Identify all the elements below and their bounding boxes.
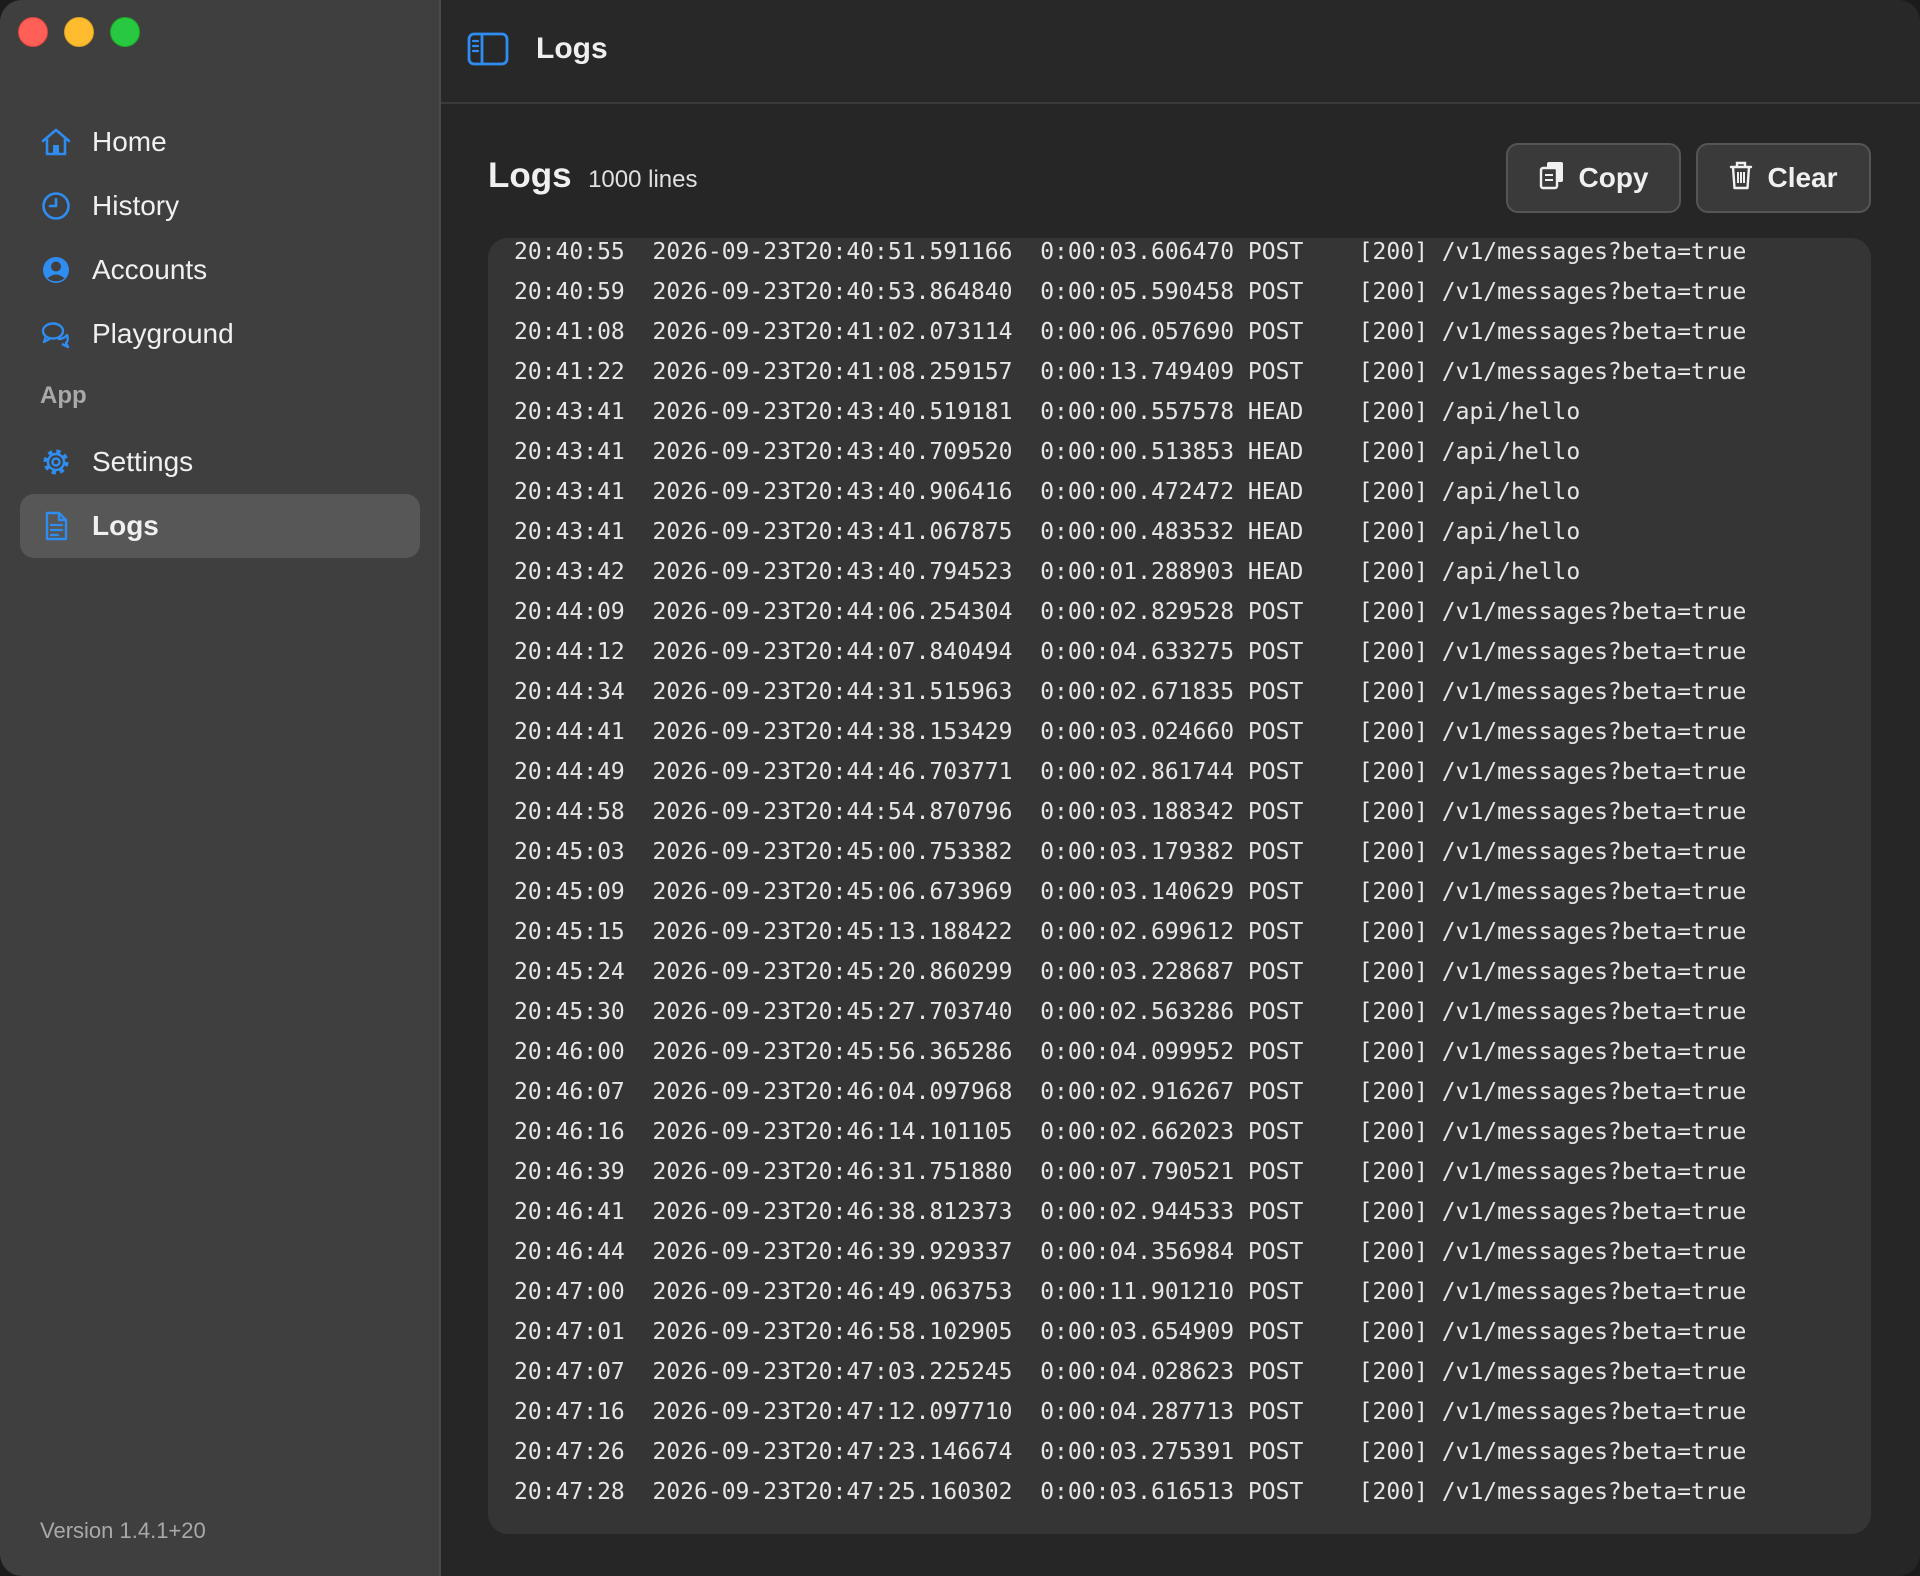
copy-icon	[1539, 160, 1565, 197]
clock-icon	[40, 190, 72, 222]
copy-button[interactable]: Copy	[1506, 143, 1681, 213]
log-line: 20:47:26 2026-09-23T20:47:23.146674 0:00…	[514, 1439, 1747, 1465]
minimize-window-button[interactable]	[64, 17, 94, 47]
log-line: 20:43:41 2026-09-23T20:43:40.519181 0:00…	[514, 399, 1581, 425]
person-circle-icon	[40, 254, 72, 286]
sidebar-item-label: Accounts	[92, 254, 208, 285]
sidebar-item-label: Logs	[92, 510, 159, 541]
sidebar-item-label: Home	[92, 126, 167, 157]
log-line: 20:46:44 2026-09-23T20:46:39.929337 0:00…	[514, 1239, 1747, 1265]
log-line: 20:43:41 2026-09-23T20:43:40.906416 0:00…	[514, 479, 1581, 505]
app-window: Home History Accounts Playground App Set…	[0, 0, 1920, 1576]
log-line: 20:41:08 2026-09-23T20:41:02.073114 0:00…	[514, 319, 1747, 345]
zoom-window-button[interactable]	[110, 17, 140, 47]
sidebar-item-label: Settings	[92, 446, 194, 477]
log-line: 20:45:24 2026-09-23T20:45:20.860299 0:00…	[514, 959, 1747, 985]
main-content: Logs Logs 1000 lines Copy Clear 20:40:55…	[441, 0, 1920, 1576]
log-line: 20:47:07 2026-09-23T20:47:03.225245 0:00…	[514, 1359, 1747, 1385]
log-line: 20:45:15 2026-09-23T20:45:13.188422 0:00…	[514, 919, 1747, 945]
log-line: 20:41:22 2026-09-23T20:41:08.259157 0:00…	[514, 359, 1747, 385]
house-icon	[40, 126, 72, 158]
log-line: 20:45:03 2026-09-23T20:45:00.753382 0:00…	[514, 839, 1747, 865]
log-line: 20:44:12 2026-09-23T20:44:07.840494 0:00…	[514, 639, 1747, 665]
log-line: 20:44:41 2026-09-23T20:44:38.153429 0:00…	[514, 719, 1747, 745]
sidebar-item-history[interactable]: History	[20, 174, 420, 238]
line-count: 1000 lines	[588, 166, 698, 193]
sidebar: Home History Accounts Playground App Set…	[0, 0, 441, 1576]
trash-icon	[1729, 160, 1753, 197]
log-output[interactable]: 20:40:55 2026-09-23T20:40:51.591166 0:00…	[488, 238, 1871, 1534]
log-lines: 20:40:55 2026-09-23T20:40:51.591166 0:00…	[514, 238, 1746, 1512]
sidebar-item-playground[interactable]: Playground	[20, 302, 420, 366]
log-line: 20:43:42 2026-09-23T20:43:40.794523 0:00…	[514, 559, 1581, 585]
log-line: 20:47:28 2026-09-23T20:47:25.160302 0:00…	[514, 1479, 1747, 1505]
chat-bubbles-icon	[40, 318, 72, 350]
sidebar-item-accounts[interactable]: Accounts	[20, 238, 420, 302]
sidebar-item-label: History	[92, 190, 180, 221]
sidebar-item-label: Playground	[92, 318, 234, 349]
sidebar-item-home[interactable]: Home	[20, 110, 420, 174]
log-line: 20:43:41 2026-09-23T20:43:41.067875 0:00…	[514, 519, 1581, 545]
log-line: 20:46:07 2026-09-23T20:46:04.097968 0:00…	[514, 1079, 1747, 1105]
clear-button-label: Clear	[1767, 162, 1838, 193]
toolbar: Logs	[441, 0, 1920, 104]
document-icon	[40, 510, 72, 542]
close-window-button[interactable]	[18, 17, 48, 47]
log-line: 20:45:30 2026-09-23T20:45:27.703740 0:00…	[514, 999, 1747, 1025]
logs-header: Logs 1000 lines	[488, 156, 697, 196]
log-line: 20:44:49 2026-09-23T20:44:46.703771 0:00…	[514, 759, 1747, 785]
log-line: 20:47:16 2026-09-23T20:47:12.097710 0:00…	[514, 1399, 1747, 1425]
log-line: 20:46:00 2026-09-23T20:45:56.365286 0:00…	[514, 1039, 1747, 1065]
log-line: 20:47:01 2026-09-23T20:46:58.102905 0:00…	[514, 1319, 1747, 1345]
sidebar-item-logs[interactable]: Logs	[20, 494, 420, 558]
page-title: Logs	[488, 156, 572, 195]
log-line: 20:45:09 2026-09-23T20:45:06.673969 0:00…	[514, 879, 1747, 905]
log-line: 20:44:34 2026-09-23T20:44:31.515963 0:00…	[514, 679, 1747, 705]
sidebar-item-settings[interactable]: Settings	[20, 430, 420, 494]
clear-button[interactable]: Clear	[1696, 143, 1871, 213]
log-line: 20:44:09 2026-09-23T20:44:06.254304 0:00…	[514, 599, 1747, 625]
log-line: 20:40:55 2026-09-23T20:40:51.591166 0:00…	[514, 239, 1747, 265]
sidebar-section-app: App	[40, 382, 87, 409]
log-line: 20:44:58 2026-09-23T20:44:54.870796 0:00…	[514, 799, 1747, 825]
version-label: Version 1.4.1+20	[40, 1518, 206, 1543]
log-line: 20:46:16 2026-09-23T20:46:14.101105 0:00…	[514, 1119, 1747, 1145]
gear-icon	[40, 446, 72, 478]
log-line: 20:40:59 2026-09-23T20:40:53.864840 0:00…	[514, 279, 1747, 305]
log-line: 20:47:00 2026-09-23T20:46:49.063753 0:00…	[514, 1279, 1747, 1305]
log-line: 20:46:41 2026-09-23T20:46:38.812373 0:00…	[514, 1199, 1747, 1225]
sidebar-toggle-icon[interactable]	[467, 32, 509, 66]
log-line: 20:46:39 2026-09-23T20:46:31.751880 0:00…	[514, 1159, 1747, 1185]
copy-button-label: Copy	[1578, 162, 1649, 193]
toolbar-title: Logs	[536, 32, 608, 65]
log-line: 20:43:41 2026-09-23T20:43:40.709520 0:00…	[514, 439, 1581, 465]
